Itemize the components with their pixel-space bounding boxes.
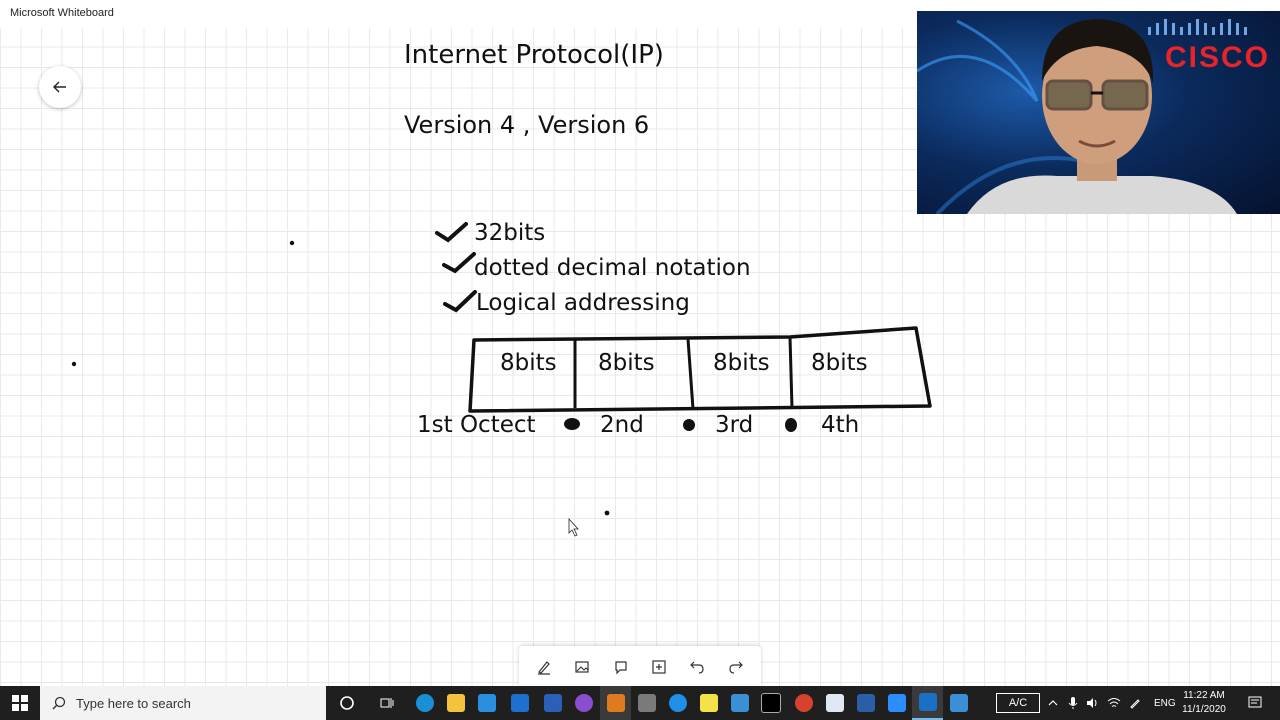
insert-image-button[interactable] [568,653,596,681]
redo-button[interactable] [722,653,750,681]
taskbar-search-box[interactable]: Type here to search [40,686,326,720]
word-icon [543,694,562,712]
taskbar-app-teams[interactable] [662,686,693,720]
task-view-icon [380,698,393,708]
globe-icon [668,694,687,712]
volume-icon [1087,698,1097,708]
ac-indicator[interactable]: A/C [996,693,1040,713]
whiteboard-toolbar [519,646,761,687]
sticky-notes-icon [699,694,718,712]
pen-tool-button[interactable] [530,653,558,681]
notification-icon [1248,696,1262,708]
presenter-video [917,19,1237,214]
clock[interactable]: 11:22 AM 11/1/2020 [1176,689,1232,717]
network-button[interactable] [1104,686,1124,720]
lasso-icon [615,660,627,674]
store-icon [477,694,496,712]
whiteboard-icon [918,693,937,711]
add-icon [652,659,666,674]
taskbar-app-notepad[interactable] [819,686,850,720]
app-title: Microsoft Whiteboard [10,7,114,19]
action-center-button[interactable] [1240,686,1270,720]
taskbar-app-zoom[interactable] [881,686,912,720]
taskbar-app-paint3d[interactable] [724,686,755,720]
pen-workspace-button[interactable] [1125,686,1145,720]
chevron-up-icon [1048,700,1058,706]
cortana-button[interactable] [331,686,362,720]
back-button[interactable] [39,66,81,108]
viber-icon [574,694,593,712]
taskbar-app-7zip[interactable] [600,686,631,720]
taskbar-app-calculator[interactable] [631,686,662,720]
lasso-select-button[interactable] [607,653,635,681]
clock-date: 11/1/2020 [1182,704,1226,715]
clock-time: 11:22 AM [1183,690,1225,701]
image-icon [575,660,590,673]
show-hidden-icons-button[interactable] [1043,686,1063,720]
taskbar-app-store[interactable] [471,686,502,720]
calculator-icon [637,694,656,712]
task-view-button[interactable] [371,686,402,720]
pen-workspace-icon [1130,699,1140,709]
taskbar-app-explorer[interactable] [440,686,471,720]
wifi-icon [1107,698,1121,707]
taskbar-app-chrome[interactable] [788,686,819,720]
cortana-icon [339,696,354,710]
chrome-icon [794,694,813,712]
windows-icon [12,695,28,711]
edge-icon [415,694,434,712]
powershell-icon [856,694,875,712]
language-indicator[interactable]: ENG [1154,698,1176,709]
taskbar-app-powershell[interactable] [850,686,881,720]
terminal-icon [760,693,781,713]
taskbar-app-calendar[interactable] [943,686,974,720]
undo-button[interactable] [683,653,711,681]
taskbar-app-viber[interactable] [568,686,599,720]
add-content-button[interactable] [645,653,673,681]
folder-icon [446,694,465,712]
taskbar-app-edge[interactable] [409,686,440,720]
search-placeholder: Type here to search [76,695,191,711]
taskbar-app-mail[interactable] [504,686,535,720]
webcam-overlay: CISCO [917,11,1280,214]
taskbar-app-sticky[interactable] [693,686,724,720]
notepad-icon [825,694,844,712]
taskbar-app-whiteboard[interactable] [912,686,943,720]
taskbar-app-word[interactable] [537,686,568,720]
paint-icon [730,694,749,712]
volume-button[interactable] [1083,686,1103,720]
taskbar-app-terminal[interactable] [755,686,786,720]
arrow-left-icon [53,81,66,93]
archive-icon [606,694,625,712]
microphone-icon [1068,697,1078,709]
zoom-icon [887,694,906,712]
undo-icon [690,661,705,674]
mail-icon [510,694,529,712]
taskbar: Type here to search A/C ENG 11:22 AM 11/… [0,686,1280,720]
pen-icon [538,660,551,675]
redo-icon [729,661,743,674]
search-icon [52,696,66,710]
microphone-button[interactable] [1063,686,1083,720]
start-button[interactable] [0,686,40,720]
calendar-icon [949,694,968,712]
